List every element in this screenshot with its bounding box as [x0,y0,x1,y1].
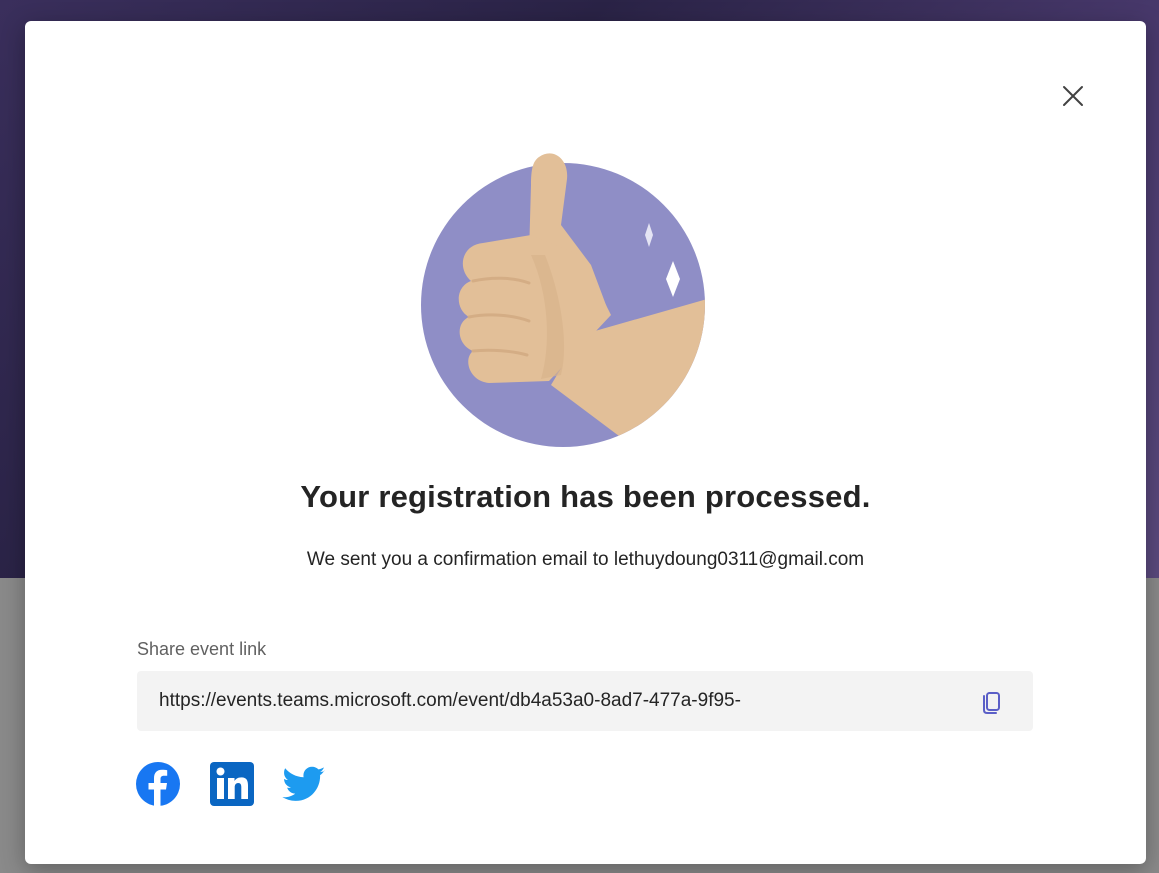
facebook-icon [136,762,180,806]
page-title: Your registration has been processed. [300,479,871,514]
confirmation-message: We sent you a confirmation email to leth… [306,549,865,570]
copy-icon [983,692,1000,714]
thumbs-up-icon [421,153,705,447]
close-button[interactable] [1058,81,1088,111]
event-link-text[interactable]: https://events.teams.microsoft.com/event… [159,671,959,731]
share-facebook-button[interactable] [135,761,181,807]
close-icon [1063,86,1083,106]
registration-confirmation-dialog: Your registration has been processed. We… [25,21,1146,864]
share-linkedin-button[interactable] [209,761,255,807]
share-link-label: Share event link [137,639,267,659]
copy-link-button[interactable] [979,687,1007,715]
share-twitter-button[interactable] [281,761,327,807]
linkedin-icon [210,762,254,806]
event-link-field[interactable]: https://events.teams.microsoft.com/event… [137,671,1033,731]
twitter-icon [282,766,326,801]
